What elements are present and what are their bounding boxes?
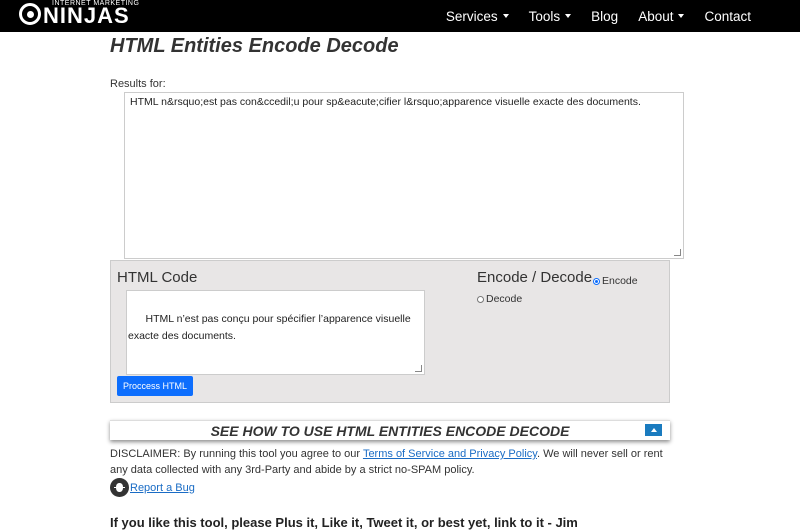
chevron-down-icon <box>502 14 509 18</box>
nav-tools-label: Tools <box>528 8 561 24</box>
nav-contact[interactable]: Contact <box>704 9 751 24</box>
how-to-title: SEE HOW TO USE HTML ENTITIES ENCODE DECO… <box>210 423 570 439</box>
how-to-panel-header[interactable]: SEE HOW TO USE HTML ENTITIES ENCODE DECO… <box>110 420 670 440</box>
encode-option[interactable]: Encode <box>593 275 638 287</box>
collapse-toggle-button[interactable] <box>645 424 662 436</box>
process-html-button[interactable]: Proccess HTML <box>117 376 193 396</box>
share-prompt: If you like this tool, please Plus it, L… <box>110 515 578 530</box>
bug-icon <box>110 478 129 497</box>
report-bug[interactable]: Report a Bug <box>110 478 195 497</box>
encode-label: Encode <box>602 275 638 287</box>
chevron-down-icon <box>565 14 572 18</box>
chevron-down-icon <box>678 14 685 18</box>
nav-blog[interactable]: Blog <box>591 9 618 24</box>
report-bug-link[interactable]: Report a Bug <box>130 482 195 494</box>
decode-radio[interactable] <box>477 295 484 303</box>
disclaimer-prefix: DISCLAIMER: By running this tool you agr… <box>110 448 363 460</box>
encode-radio[interactable] <box>593 277 600 285</box>
decode-label: Decode <box>486 293 523 305</box>
resize-handle-icon[interactable] <box>674 249 681 256</box>
disclaimer-text: DISCLAIMER: By running this tool you agr… <box>110 446 676 478</box>
terms-link[interactable]: Terms of Service and Privacy Policy <box>363 448 537 460</box>
decode-option[interactable]: Decode <box>477 293 522 305</box>
html-code-title: HTML Code <box>117 269 198 286</box>
top-navbar: INTERNET MARKETING NINJAS Services Tools… <box>0 0 800 32</box>
ninja-swirl-icon <box>19 3 41 25</box>
html-code-input-value: HTML n’est pas conçu pour spécifier l’ap… <box>128 313 414 342</box>
nav-about-label: About <box>638 8 674 24</box>
results-label: Results for: <box>110 78 166 90</box>
logo-wordmark: NINJAS <box>43 3 130 28</box>
nav-services-label: Services <box>445 8 498 24</box>
results-text: HTML n&rsquo;est pas con&ccedil;u pour s… <box>130 96 641 108</box>
encode-panel: HTML Code HTML n’est pas conçu pour spéc… <box>110 260 670 403</box>
main-nav: Services Tools Blog About Contact <box>426 0 751 32</box>
results-output[interactable]: HTML n&rsquo;est pas con&ccedil;u pour s… <box>124 92 684 259</box>
nav-tools[interactable]: Tools <box>529 9 572 24</box>
resize-handle-icon[interactable] <box>415 365 422 372</box>
chevron-up-icon <box>650 428 657 432</box>
html-code-input[interactable]: HTML n’est pas conçu pour spécifier l’ap… <box>126 290 425 375</box>
nav-contact-label: Contact <box>704 8 751 24</box>
page-title: HTML Entities Encode Decode <box>110 35 399 57</box>
nav-about[interactable]: About <box>638 8 685 24</box>
encode-decode-title: Encode / Decode <box>477 269 593 286</box>
nav-blog-label: Blog <box>591 8 619 24</box>
nav-services[interactable]: Services <box>446 9 509 24</box>
